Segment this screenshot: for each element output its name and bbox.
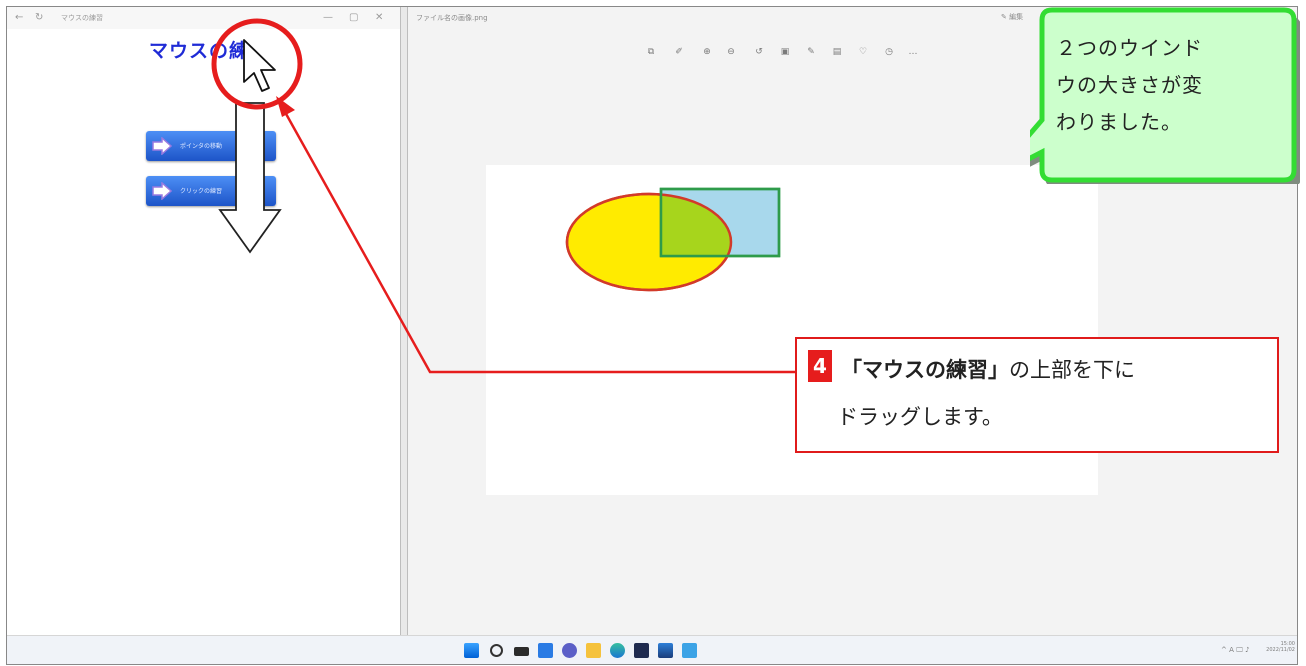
- speech-bubble-text: ２つのウインド ウの大きさが変 わりました。: [1056, 30, 1286, 141]
- instruction-line-1: 「マウスの練習」の上部を下に: [841, 354, 1135, 384]
- bubble-line: わりました。: [1056, 110, 1182, 134]
- instruction-line-2: ドラッグします。: [837, 405, 1003, 429]
- connector-line: [283, 111, 795, 374]
- mouse-cursor-icon: [243, 39, 276, 92]
- instruction-rest: の上部を下に: [1009, 358, 1135, 382]
- bubble-line: ウの大きさが変: [1056, 73, 1203, 97]
- instruction-box: 4 「マウスの練習」の上部を下に ドラッグします。: [795, 337, 1279, 453]
- instruction-highlight: 「マウスの練習」: [841, 358, 1009, 382]
- down-arrow: [218, 102, 282, 254]
- bubble-line: ２つのウインド: [1056, 36, 1203, 60]
- step-number-badge: 4: [808, 350, 832, 382]
